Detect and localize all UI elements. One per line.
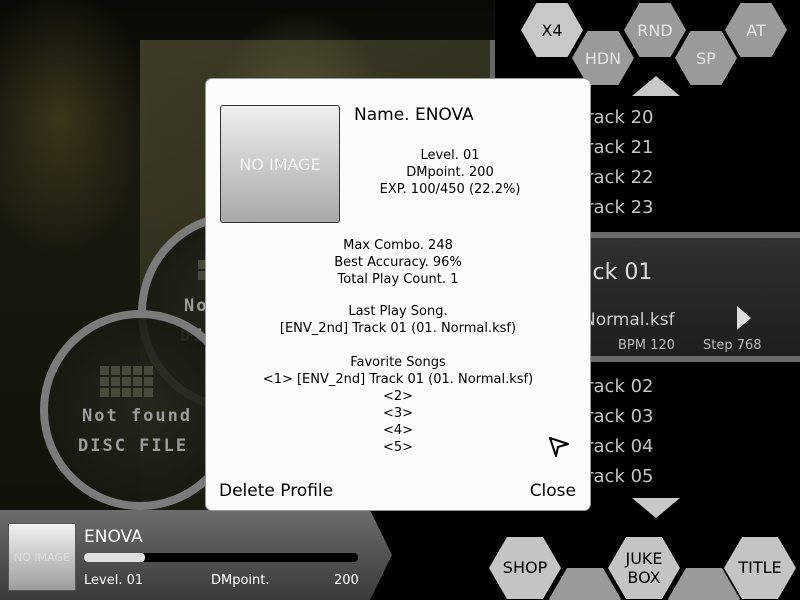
modifier-x4-button[interactable]: X4 <box>521 3 583 57</box>
last-play-section: Last Play Song. [ENV_2nd] Track 01 (01. … <box>206 303 590 337</box>
favorite-song-1: <1> [ENV_2nd] Track 01 (01. Normal.ksf) <box>262 372 534 387</box>
profile-name: Name. ENOVA <box>354 105 474 125</box>
modifier-hdn-button[interactable]: HDN <box>572 31 634 85</box>
exp-progress-bar <box>84 553 358 562</box>
selected-chart-name: Normal.ksf <box>583 310 675 330</box>
profile-level: Level. 01 <box>420 148 480 163</box>
exp-progress-fill <box>84 553 145 562</box>
total-play-count: Total Play Count. 1 <box>337 272 459 287</box>
dmpoint-label: DMpoint. <box>211 573 270 588</box>
selected-step-count: Step 768 <box>703 338 762 353</box>
close-button[interactable]: Close <box>530 481 576 501</box>
favorite-song-4: <4> <box>382 423 414 438</box>
last-play-heading: Last Play Song. <box>348 304 448 319</box>
disc-front-line1: Not found <box>82 406 193 426</box>
disc-front-line2: DISC FILE <box>78 436 189 456</box>
modifier-rnd-button[interactable]: RND <box>624 3 686 57</box>
last-play-song: [ENV_2nd] Track 01 (01. Normal.ksf) <box>279 321 517 336</box>
profile-level-block: Level. 01 DMpoint. 200 EXP. 100/450 (22.… <box>346 147 554 198</box>
player-level: Level. 01 <box>84 573 144 588</box>
delete-profile-button[interactable]: Delete Profile <box>219 481 333 501</box>
profile-dmpoint: DMpoint. 200 <box>406 165 494 180</box>
menu-hex-blank <box>549 568 621 600</box>
favorite-song-5: <5> <box>382 440 414 455</box>
profile-dialog: NO IMAGE Name. ENOVA Level. 01 DMpoint. … <box>206 79 590 510</box>
modifier-sp-button[interactable]: SP <box>675 31 737 85</box>
player-name: ENOVA <box>84 527 143 547</box>
dmpoint-value: 200 <box>334 573 359 588</box>
modifier-at-button[interactable]: AT <box>725 3 787 57</box>
favorite-song-3: <3> <box>382 406 414 421</box>
shop-button[interactable]: SHOP <box>489 537 561 599</box>
selected-bpm: BPM 120 <box>618 338 675 353</box>
profile-stats: Max Combo. 248 Best Accuracy. 96% Total … <box>206 237 590 288</box>
jukebox-label: JUKE BOX <box>625 548 663 587</box>
max-combo: Max Combo. 248 <box>343 238 453 253</box>
player-status-bar: NO IMAGE ENOVA Level. 01 DMpoint. 200 <box>0 510 392 600</box>
profile-image: NO IMAGE <box>220 105 340 223</box>
favorite-songs-section: Favorite Songs <1> [ENV_2nd] Track 01 (0… <box>206 354 590 456</box>
title-button[interactable]: TITLE <box>724 537 796 599</box>
best-accuracy: Best Accuracy. 96% <box>334 255 462 270</box>
disc-back-line1: No <box>184 296 209 316</box>
profile-exp: EXP. 100/450 (22.2%) <box>379 182 521 197</box>
favorite-song-2: <2> <box>382 389 414 404</box>
jukebox-button[interactable]: JUKE BOX <box>608 537 680 599</box>
favorite-heading: Favorite Songs <box>350 355 446 370</box>
scroll-down-arrow-icon[interactable] <box>632 498 680 518</box>
disc-pixel-art <box>100 366 153 397</box>
next-chart-arrow-icon[interactable] <box>737 306 751 330</box>
avatar: NO IMAGE <box>8 523 76 591</box>
pointer-cursor-icon <box>549 437 569 457</box>
